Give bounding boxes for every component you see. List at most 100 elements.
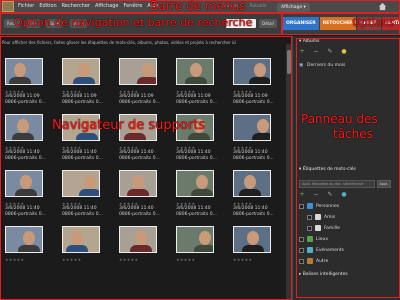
thumbnail-filename: 0806-portraits 0... <box>5 100 46 105</box>
media-thumbnail[interactable]: ★★★★★ <box>116 226 166 289</box>
media-thumbnail[interactable]: ★★★★★ 3/6/2008 11:09 0806-portraits 0... <box>59 58 109 121</box>
tag-checkbox[interactable] <box>307 214 312 220</box>
photo-thumbnail-image[interactable] <box>176 58 214 85</box>
edit-tag-icon[interactable]: ✎ <box>327 192 333 198</box>
tag-personnes[interactable]: Personnes <box>299 203 339 209</box>
photo-thumbnail-image[interactable] <box>233 58 271 85</box>
scroll-thumb[interactable] <box>287 50 291 74</box>
tag-label: Amis <box>324 214 336 220</box>
portrait-body <box>130 245 152 252</box>
tag-options-icon[interactable]: ● <box>341 192 347 198</box>
menu-fenetre[interactable]: Fenêtre <box>123 1 142 12</box>
portrait-body <box>18 245 40 252</box>
edit-album-icon[interactable]: ✎ <box>327 49 333 55</box>
rating-stars[interactable]: ★★★★★ <box>5 257 24 262</box>
menu-rechercher[interactable]: Rechercher <box>62 1 90 12</box>
tags-header[interactable]: ▾ Étiquettes de mots-clés <box>299 167 356 172</box>
photo-thumbnail-image[interactable] <box>176 226 214 253</box>
media-thumbnail[interactable]: ★★★★★ 3/6/2008 11:40 0806-portraits 0... <box>2 170 52 233</box>
browser-annotation: Navigateur de supports <box>52 118 206 133</box>
photo-thumbnail-image[interactable] <box>62 170 100 197</box>
photo-thumbnail-image[interactable] <box>119 226 157 253</box>
tag-amis[interactable]: Amis <box>307 214 335 220</box>
rating-stars[interactable]: ★★★★★ <box>176 257 195 262</box>
tab-retoucher[interactable]: RETOUCHER <box>319 17 357 30</box>
photo-thumbnail-image[interactable] <box>5 170 43 197</box>
tab-organiser[interactable]: ORGANISER <box>283 17 319 30</box>
portrait-body <box>252 133 270 140</box>
photo-thumbnail-image[interactable] <box>176 170 214 197</box>
thumbnail-date: 3/6/2008 11:09 <box>62 94 97 99</box>
thumbnail-date: 3/6/2008 11:09 <box>5 94 40 99</box>
portrait-body <box>15 189 37 196</box>
delete-tag-icon[interactable]: − <box>313 192 319 198</box>
menu-fichier[interactable]: Fichier <box>18 1 34 12</box>
media-thumbnail[interactable]: ★★★★★ 3/6/2008 11:40 0806-portraits 0... <box>116 170 166 233</box>
add-album-icon[interactable]: + <box>299 49 305 55</box>
photo-thumbnail-image[interactable] <box>5 226 43 253</box>
tag-evenements[interactable]: Evénements <box>299 247 344 253</box>
detail-button[interactable]: Détail <box>259 19 277 28</box>
media-thumbnail[interactable]: ★★★★★ <box>59 226 109 289</box>
tag-checkbox[interactable] <box>307 225 312 231</box>
tag-checkbox[interactable] <box>299 236 304 242</box>
tag-famille[interactable]: Famille <box>307 225 340 231</box>
rating-stars[interactable]: ★★★★★ <box>233 257 252 262</box>
smart-tags-header[interactable]: ▸ Balises intelligentes <box>299 272 348 277</box>
photo-thumbnail-image[interactable] <box>119 58 157 85</box>
places-tag-icon <box>307 236 313 242</box>
albums-header[interactable]: ▾ Albums <box>299 39 319 44</box>
media-thumbnail[interactable]: ★★★★★ 3/6/2008 11:09 0806-portraits 0... <box>2 58 52 121</box>
media-thumbnail[interactable]: ★★★★★ 3/6/2008 11:40 0806-portraits 0... <box>59 170 109 233</box>
photo-thumbnail-image[interactable] <box>119 170 157 197</box>
display-dropdown[interactable]: Affichage ▾ <box>276 2 310 12</box>
portrait-body <box>124 133 146 140</box>
rating-stars[interactable]: ★★★★★ <box>119 257 138 262</box>
apply-tag-button[interactable]: Appl. <box>377 180 391 188</box>
portrait-head <box>84 175 96 189</box>
tag-lieux[interactable]: Lieux <box>299 236 328 242</box>
photo-thumbnail-image[interactable] <box>233 226 271 253</box>
thumbnail-filename: 0806-portraits 0... <box>5 212 46 217</box>
thumbnail-date: 3/6/2008 11:40 <box>5 206 40 211</box>
menu-affichage[interactable]: Affichage <box>95 1 119 12</box>
media-thumbnail[interactable]: ★★★★★ 3/6/2008 11:09 0806-portraits 0... <box>173 58 223 121</box>
tag-icon <box>315 225 321 231</box>
home-icon[interactable] <box>378 2 387 11</box>
menu-items: Fichier Edition Rechercher Affichage Fen… <box>18 1 158 12</box>
browser-hint: Pour afficher des fichiers, faites gliss… <box>2 40 237 45</box>
tag-label: Personnes <box>316 203 340 209</box>
add-tag-icon[interactable]: + <box>299 192 305 198</box>
tag-checkbox[interactable] <box>299 247 304 253</box>
photo-thumbnail-image[interactable] <box>233 114 271 141</box>
rating-stars[interactable]: ★★★★★ <box>62 257 81 262</box>
thumbnail-date: 3/6/2008 11:40 <box>119 150 154 155</box>
media-thumbnail[interactable]: ★★★★★ <box>230 226 280 289</box>
media-thumbnail[interactable]: ★★★★★ 3/6/2008 11:40 0806-portraits 0... <box>230 114 280 177</box>
media-thumbnail[interactable]: ★★★★★ 3/6/2008 11:40 0806-portraits 0... <box>2 114 52 177</box>
photo-thumbnail-image[interactable] <box>62 58 100 85</box>
portrait-head <box>190 63 202 77</box>
album-options-icon[interactable]: ● <box>341 49 347 55</box>
media-thumbnail[interactable]: ★★★★★ 3/6/2008 11:09 0806-portraits 0... <box>230 58 280 121</box>
media-thumbnail[interactable]: ★★★★★ 3/6/2008 11:09 0806-portraits 0... <box>116 58 166 121</box>
delete-album-icon[interactable]: − <box>313 49 319 55</box>
thumbnail-filename: 0806-portraits 0... <box>176 100 217 105</box>
media-thumbnail[interactable]: ★★★★★ <box>173 226 223 289</box>
thumbnail-date: 3/6/2008 11:40 <box>233 150 268 155</box>
photo-thumbnail-image[interactable] <box>62 226 100 253</box>
photo-thumbnail-image[interactable] <box>5 58 43 85</box>
portrait-head <box>199 231 211 245</box>
media-thumbnail[interactable]: ★★★★★ 3/6/2008 11:40 0806-portraits 0... <box>173 170 223 233</box>
media-thumbnail[interactable]: ★★★★★ <box>2 226 52 289</box>
photo-thumbnail-image[interactable] <box>5 114 43 141</box>
redo-button[interactable]: Rétablir <box>250 1 267 12</box>
tag-checkbox[interactable] <box>299 203 304 209</box>
apply-tag-input[interactable]: Appl. étiquette au doc. sélectionné <box>299 180 375 188</box>
media-thumbnail[interactable]: ★★★★★ 3/6/2008 11:40 0806-portraits 0... <box>230 170 280 233</box>
tag-checkbox[interactable] <box>299 258 304 264</box>
tag-autre[interactable]: Autre <box>299 258 328 264</box>
photo-thumbnail-image[interactable] <box>233 170 271 197</box>
thumbnail-date: 3/6/2008 11:09 <box>119 94 154 99</box>
menu-edition[interactable]: Edition <box>39 1 56 12</box>
